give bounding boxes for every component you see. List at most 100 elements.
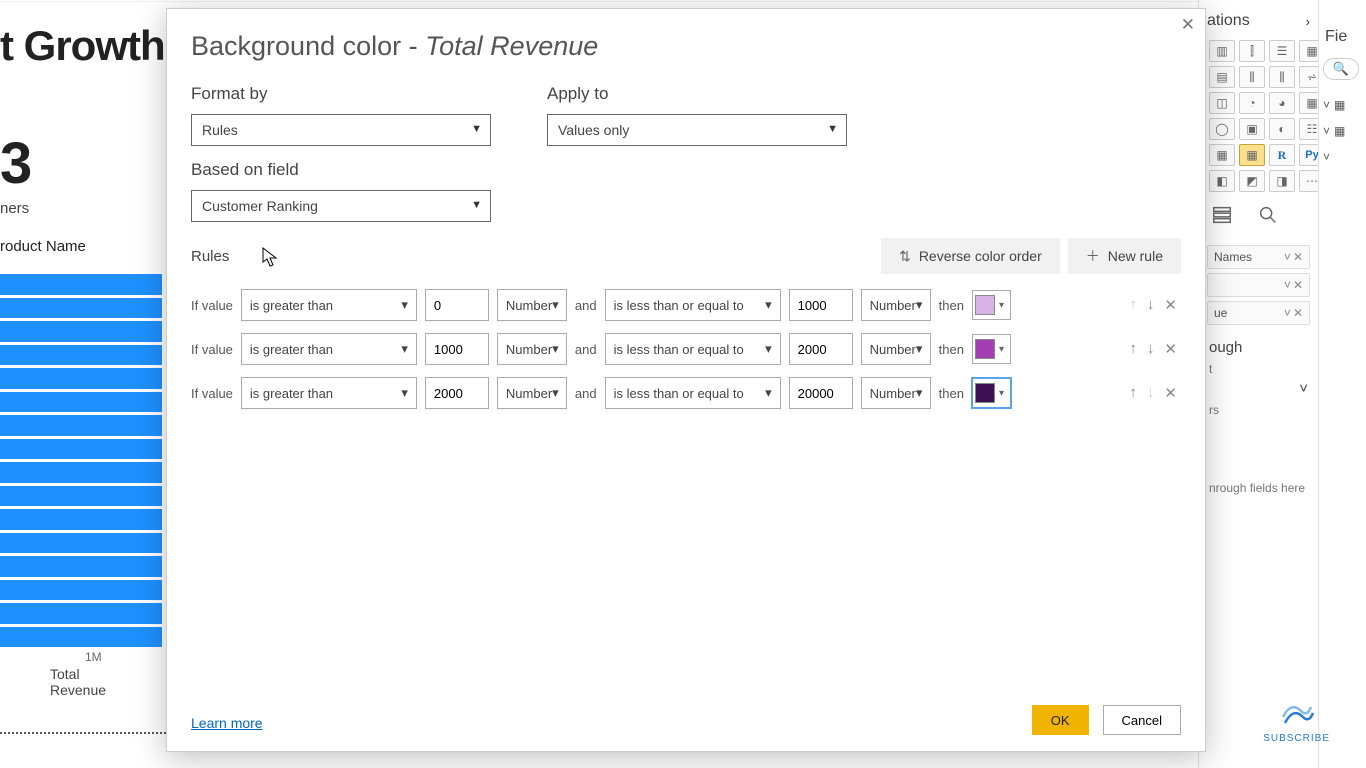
viz-type-icon[interactable]: ▣ (1239, 118, 1265, 140)
field-well-blank-1[interactable]: ˅✕ (1207, 273, 1310, 297)
max-value-input[interactable] (789, 377, 853, 409)
if-value-label: If value (191, 342, 233, 357)
viz-type-icon[interactable]: ▥ (1209, 40, 1235, 62)
swap-icon: ⇅ (899, 248, 911, 265)
viz-type-icon[interactable]: ◧ (1209, 170, 1235, 192)
operator-select[interactable]: is greater than▾ (241, 333, 417, 365)
value-type-select[interactable]: Number▾ (497, 289, 567, 321)
viz-type-icon[interactable]: ◐ (1269, 118, 1295, 140)
drill-hint: nrough fields here (1203, 479, 1314, 497)
viz-type-icon[interactable]: ◔ (1239, 92, 1265, 114)
rule-row: If valueis greater than▾Number▾andis les… (191, 376, 1181, 410)
new-rule-button[interactable]: ＋ New rule (1068, 238, 1181, 274)
format-by-select[interactable]: Rules ▼ (191, 114, 491, 146)
conditional-formatting-dialog: ✕ Background color - Total Revenue Forma… (166, 8, 1206, 752)
min-value-input[interactable] (425, 289, 489, 321)
color-picker[interactable]: ▾ (972, 290, 1011, 320)
bar-chart-bars (0, 274, 162, 650)
axis-tick: 1M (85, 650, 102, 664)
viz-type-icon[interactable]: ⫿ (1239, 40, 1265, 62)
drill-rows-caption: rs (1203, 401, 1314, 419)
visualization-icons-grid: ▥⫿☰▦▤⫼⫼⩫◫◔◕▦◯▣◐☷▦▦RPy◧◩◨⋯ (1203, 40, 1314, 192)
move-down-icon[interactable]: ↓ (1147, 296, 1155, 314)
move-up-icon[interactable]: ↑ (1129, 340, 1137, 358)
table-icon: ▦ (1334, 124, 1345, 138)
value-type-select[interactable]: Number▾ (497, 333, 567, 365)
remove-icon[interactable]: ✕ (1293, 250, 1303, 264)
move-down-icon[interactable]: ↓ (1147, 340, 1155, 358)
viz-type-icon[interactable]: ◕ (1269, 92, 1295, 114)
viz-type-icon[interactable]: ⫼ (1239, 66, 1265, 88)
viz-type-icon[interactable]: ◩ (1239, 170, 1265, 192)
viz-type-icon[interactable]: ◨ (1269, 170, 1295, 192)
fields-tab-icon[interactable] (1211, 204, 1233, 229)
apply-to-select[interactable]: Values only ▼ (547, 114, 847, 146)
max-value-input[interactable] (789, 333, 853, 365)
operator-select[interactable]: is greater than▾ (241, 289, 417, 321)
ok-button[interactable]: OK (1032, 705, 1089, 735)
axis-label: Total Revenue (50, 666, 106, 698)
then-label: then (939, 298, 964, 313)
column-header: roduct Name (0, 238, 86, 255)
field-well-names[interactable]: Names ˅✕ (1207, 245, 1310, 269)
viz-type-icon[interactable]: ▤ (1209, 66, 1235, 88)
reverse-color-order-button[interactable]: ⇅ Reverse color order (881, 238, 1060, 274)
remove-icon[interactable]: ✕ (1293, 306, 1303, 320)
max-value-input[interactable] (789, 289, 853, 321)
rules-list: If value is greater than▾ Number▾ and is les… (191, 288, 1181, 410)
operator2-select[interactable]: is less than or equal to▾ (605, 289, 781, 321)
chevron-down-icon[interactable]: ˅ (1284, 278, 1291, 292)
chevron-down-icon[interactable]: ˅ (1299, 380, 1308, 397)
value-type-select[interactable]: Number▾ (497, 377, 567, 409)
field-well-value[interactable]: ue ˅✕ (1207, 301, 1310, 325)
ribbon-remnant (0, 0, 1366, 2)
viz-type-icon[interactable]: ⫼ (1269, 66, 1295, 88)
delete-rule-icon[interactable]: ✕ (1164, 340, 1177, 358)
operator2-select[interactable]: is less than or equal to▾ (605, 333, 781, 365)
delete-rule-icon[interactable]: ✕ (1164, 296, 1177, 314)
delete-rule-icon[interactable]: ✕ (1164, 384, 1177, 402)
chevron-down-icon[interactable]: ˅ (1284, 306, 1291, 320)
fields-title: Fie (1319, 28, 1366, 46)
remove-icon[interactable]: ✕ (1293, 278, 1303, 292)
based-on-field-select[interactable]: Customer Ranking ▼ (191, 190, 491, 222)
field-well-label: Names (1214, 250, 1252, 264)
close-icon[interactable]: ✕ (1181, 15, 1195, 35)
rule-row: If valueis greater than▾Number▾andis les… (191, 288, 1181, 322)
move-up-icon[interactable]: ↑ (1129, 384, 1137, 402)
cancel-button[interactable]: Cancel (1103, 705, 1181, 735)
chevron-right-icon[interactable]: › (1306, 14, 1310, 29)
color-picker[interactable]: ▾ (972, 378, 1011, 408)
learn-more-link[interactable]: Learn more (191, 715, 263, 731)
drill-chevrons: ˅ (1203, 378, 1314, 401)
search-input[interactable]: 🔍 (1323, 58, 1359, 80)
and-label: and (575, 386, 597, 401)
color-picker[interactable]: ▾ (972, 334, 1011, 364)
chevron-down-icon: ˅ (1323, 150, 1330, 164)
then-label: then (939, 386, 964, 401)
plus-icon: ＋ (1086, 246, 1100, 266)
viz-type-icon[interactable]: ◯ (1209, 118, 1235, 140)
viz-type-icon[interactable]: ◫ (1209, 92, 1235, 114)
viz-type-icon[interactable]: ☰ (1269, 40, 1295, 62)
and-label: and (575, 342, 597, 357)
viz-type-icon[interactable]: ▦ (1209, 144, 1235, 166)
viz-type-icon[interactable]: ▦ (1239, 144, 1265, 166)
table-node[interactable]: ˅▦ (1319, 92, 1366, 118)
value-type2-select[interactable]: Number▾ (861, 333, 931, 365)
min-value-input[interactable] (425, 377, 489, 409)
format-tab-icon[interactable] (1257, 204, 1279, 229)
table-node[interactable]: ˅ (1319, 144, 1366, 170)
chevron-down-icon: ˅ (1323, 98, 1330, 112)
operator2-select[interactable]: is less than or equal to▾ (605, 377, 781, 409)
table-node[interactable]: ˅▦ (1319, 118, 1366, 144)
visualizations-pane: ations › ▥⫿☰▦▤⫼⫼⩫◫◔◕▦◯▣◐☷▦▦RPy◧◩◨⋯ Names… (1198, 0, 1318, 768)
min-value-input[interactable] (425, 333, 489, 365)
value-type2-select[interactable]: Number▾ (861, 289, 931, 321)
operator-select[interactable]: is greater than▾ (241, 377, 417, 409)
viz-type-icon[interactable]: R (1269, 144, 1295, 166)
chevron-down-icon: ▼ (471, 123, 482, 135)
drill-caption: t (1203, 360, 1314, 378)
value-type2-select[interactable]: Number▾ (861, 377, 931, 409)
chevron-down-icon[interactable]: ˅ (1284, 250, 1291, 264)
